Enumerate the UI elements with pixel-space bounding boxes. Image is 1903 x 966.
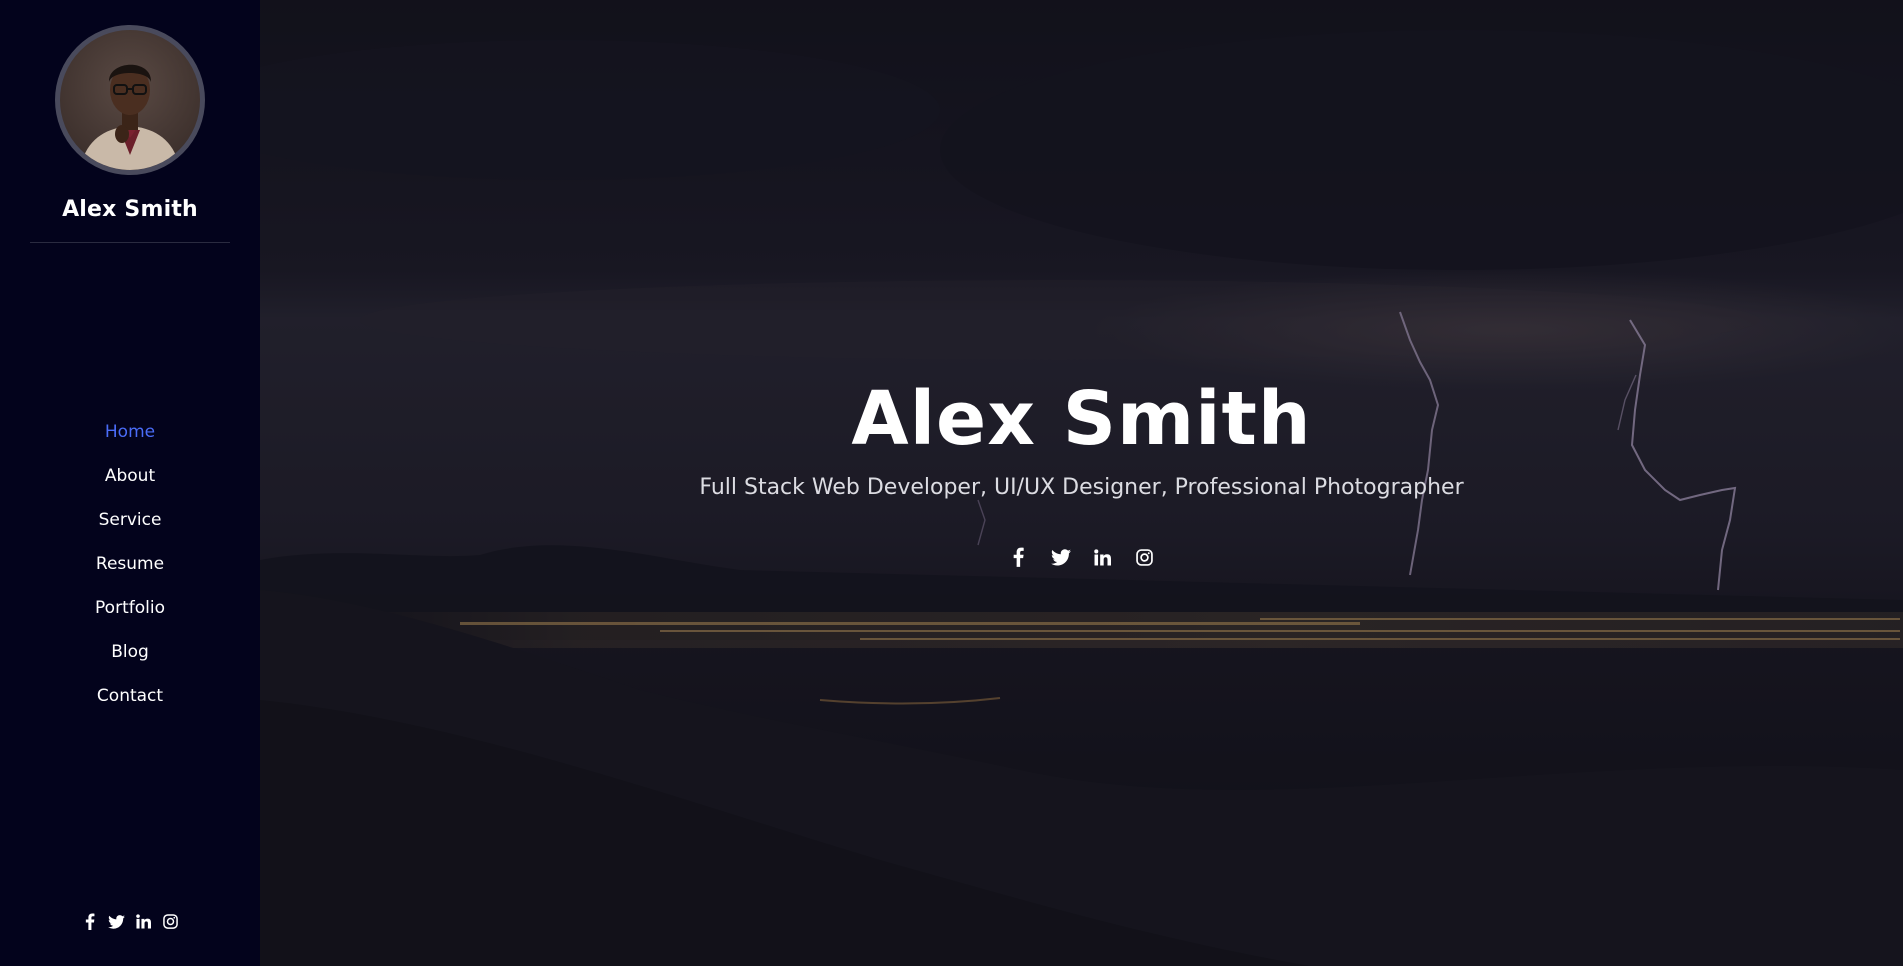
nav-link-contact[interactable]: Contact [97,686,163,706]
instagram-icon[interactable] [162,913,179,930]
sidebar: Alex Smith Home About Service Resume Por… [0,0,260,966]
nav-item-contact: Contact [97,674,163,718]
linkedin-icon[interactable] [1093,547,1113,567]
linkedin-icon[interactable] [135,913,152,930]
nav-item-portfolio: Portfolio [95,586,165,630]
nav-link-blog[interactable]: Blog [111,642,149,662]
nav-item-resume: Resume [96,542,164,586]
sidebar-social-links [0,913,260,930]
nav-link-resume[interactable]: Resume [96,554,164,574]
nav-item-service: Service [99,498,162,542]
instagram-icon[interactable] [1135,547,1155,567]
twitter-icon[interactable] [108,913,125,930]
divider [30,242,230,243]
facebook-icon[interactable] [1009,547,1029,567]
avatar [55,25,205,175]
nav-link-about[interactable]: About [105,466,155,486]
nav-link-portfolio[interactable]: Portfolio [95,598,165,618]
nav-link-service[interactable]: Service [99,510,162,530]
hero-content: Alex Smith Full Stack Web Developer, UI/… [260,375,1903,567]
nav-item-home: Home [105,410,155,454]
nav-link-home[interactable]: Home [105,422,155,442]
hero-subtitle: Full Stack Web Developer, UI/UX Designer… [699,475,1464,500]
hero-title: Alex Smith [851,376,1312,462]
nav-item-about: About [105,454,155,498]
hero-social-links [1009,547,1155,567]
hero-section: Alex Smith Full Stack Web Developer, UI/… [260,0,1903,966]
sidebar-nav: Home About Service Resume Portfolio Blog… [95,410,165,718]
twitter-icon[interactable] [1050,547,1071,567]
nav-item-blog: Blog [111,630,149,674]
facebook-icon[interactable] [81,913,98,930]
profile-name: Alex Smith [62,197,198,222]
